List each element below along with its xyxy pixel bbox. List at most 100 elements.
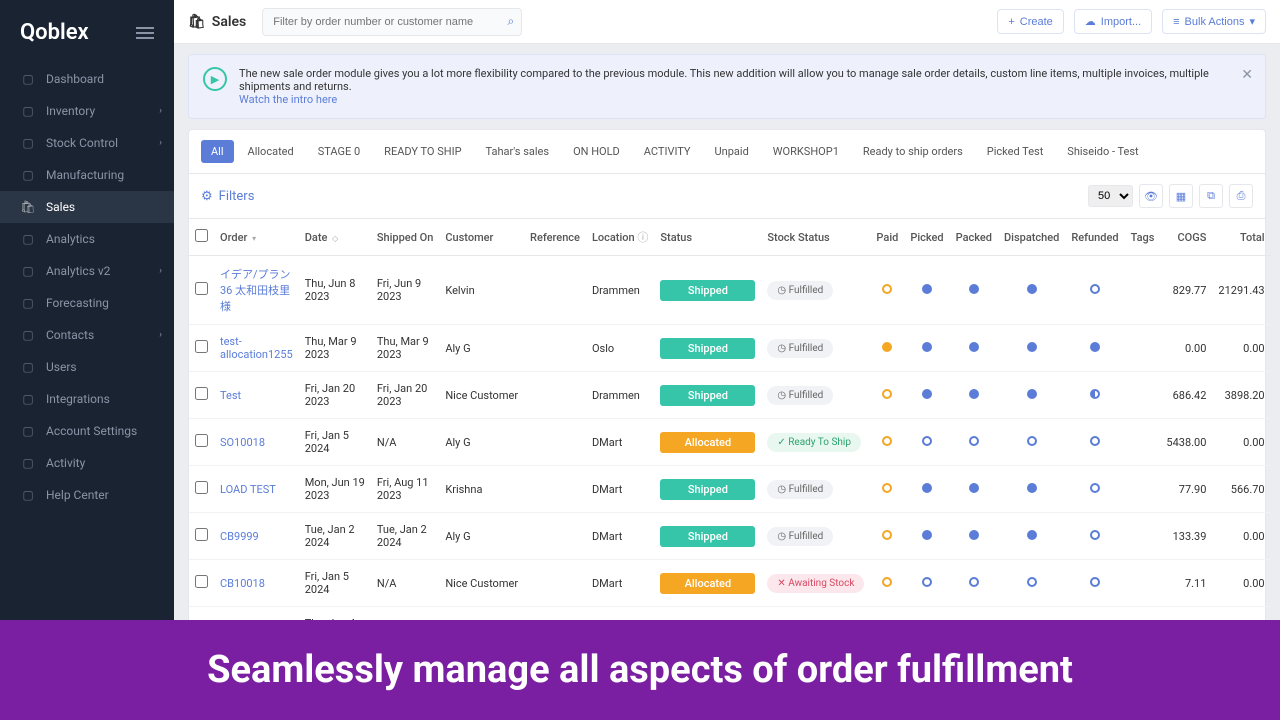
col-tags[interactable]: Tags	[1125, 219, 1161, 256]
create-button[interactable]: +Create	[997, 9, 1063, 34]
search-icon[interactable]: ⌕	[507, 14, 514, 29]
tab-stage-0[interactable]: STAGE 0	[308, 140, 370, 163]
view-icon[interactable]: 👁	[1139, 184, 1163, 208]
col-customer[interactable]: Customer	[439, 219, 524, 256]
search-input[interactable]	[262, 8, 522, 36]
tab-workshop1[interactable]: WORKSHOP1	[763, 140, 849, 163]
order-link[interactable]: CB9999	[214, 513, 299, 560]
nav-icon: ▢	[20, 327, 36, 343]
cogs-cell: 829.77	[1160, 256, 1212, 325]
close-icon[interactable]: ✕	[1241, 67, 1253, 83]
nav-icon: ▢	[20, 359, 36, 375]
col-picked[interactable]: Picked	[904, 219, 949, 256]
sidebar-item-manufacturing[interactable]: ▢Manufacturing	[0, 159, 174, 191]
bulk-actions-button[interactable]: ≡Bulk Actions▾	[1162, 9, 1266, 34]
col-packed[interactable]: Packed	[950, 219, 998, 256]
select-all-checkbox[interactable]	[195, 229, 208, 242]
dispatched-dot	[1027, 530, 1037, 540]
print-icon[interactable]: ⎙	[1229, 184, 1253, 208]
order-link[interactable]: Test	[214, 372, 299, 419]
tab-picked-test[interactable]: Picked Test	[977, 140, 1054, 163]
col-status[interactable]: Status	[654, 219, 761, 256]
order-link[interactable]: イデア/プラン36 太和田枝里様	[214, 256, 299, 325]
chevron-down-icon: ▾	[1249, 15, 1255, 28]
row-checkbox[interactable]	[195, 434, 208, 447]
sidebar-item-inventory[interactable]: ▢Inventory›	[0, 95, 174, 127]
col-cogs[interactable]: COGS	[1160, 219, 1212, 256]
tab-shiseido-test[interactable]: Shiseido - Test	[1057, 140, 1148, 163]
order-link[interactable]: SO10018	[214, 419, 299, 466]
order-link[interactable]: LOAD TEST	[214, 466, 299, 513]
table-row[interactable]: LOAD TEST Mon, Jun 19 2023 Fri, Aug 11 2…	[189, 466, 1271, 513]
tab-ready-to-ship-orders[interactable]: Ready to ship orders	[853, 140, 973, 163]
sidebar-item-analytics-v2[interactable]: ▢Analytics v2›	[0, 255, 174, 287]
order-link[interactable]: test-allocation1255	[214, 325, 299, 372]
customer-cell: Krishna	[439, 466, 524, 513]
logo-text: Qoblex	[20, 20, 89, 45]
copy-icon[interactable]: ⧉	[1199, 184, 1223, 208]
row-checkbox[interactable]	[195, 282, 208, 295]
tab-ready-to-ship[interactable]: READY TO SHIP	[374, 140, 471, 163]
page-size-select[interactable]: 50	[1088, 185, 1133, 207]
alert-text: The new sale order module gives you a lo…	[239, 67, 1209, 93]
row-checkbox[interactable]	[195, 575, 208, 588]
col-paid[interactable]: Paid	[870, 219, 904, 256]
col-order[interactable]: Order ▾	[214, 219, 299, 256]
col-reference[interactable]: Reference	[524, 219, 586, 256]
hamburger-icon[interactable]	[136, 27, 154, 39]
table-row[interactable]: SO10018 Fri, Jan 5 2024 N/A Aly G DMart …	[189, 419, 1271, 466]
tab-all[interactable]: All	[201, 140, 234, 163]
sidebar-item-analytics[interactable]: ▢Analytics	[0, 223, 174, 255]
row-checkbox[interactable]	[195, 387, 208, 400]
sidebar-item-account-settings[interactable]: ▢Account Settings	[0, 415, 174, 447]
filters-toggle[interactable]: ⚙ Filters	[201, 189, 254, 204]
tags-cell	[1125, 466, 1161, 513]
cogs-cell: 7.11	[1160, 560, 1212, 607]
col-select[interactable]	[189, 219, 214, 256]
table-row[interactable]: Test Fri, Jan 20 2023 Fri, Jan 20 2023 N…	[189, 372, 1271, 419]
sidebar-item-help-center[interactable]: ▢Help Center	[0, 479, 174, 511]
shipped-cell: Fri, Jan 20 2023	[371, 372, 439, 419]
plus-icon: +	[1008, 16, 1014, 28]
import-button[interactable]: ☁Import...	[1074, 9, 1152, 34]
table-row[interactable]: test-allocation1255 Thu, Mar 9 2023 Thu,…	[189, 325, 1271, 372]
order-link[interactable]: CB10018	[214, 560, 299, 607]
table-row[interactable]: CB10018 Fri, Jan 5 2024 N/A Nice Custome…	[189, 560, 1271, 607]
table-row[interactable]: CB9999 Tue, Jan 2 2024 Tue, Jan 2 2024 A…	[189, 513, 1271, 560]
col-total[interactable]: Total	[1212, 219, 1270, 256]
packed-dot	[969, 530, 979, 540]
alert-link[interactable]: Watch the intro here	[239, 93, 337, 106]
col-dispatched[interactable]: Dispatched	[998, 219, 1065, 256]
sidebar-item-users[interactable]: ▢Users	[0, 351, 174, 383]
sidebar-item-forecasting[interactable]: ▢Forecasting	[0, 287, 174, 319]
nav-icon: ▢	[20, 135, 36, 151]
picked-dot	[922, 389, 932, 399]
row-checkbox[interactable]	[195, 481, 208, 494]
row-checkbox[interactable]	[195, 340, 208, 353]
reference-cell	[524, 466, 586, 513]
sidebar-item-stock-control[interactable]: ▢Stock Control›	[0, 127, 174, 159]
sidebar-item-activity[interactable]: ▢Activity	[0, 447, 174, 479]
col-stock-status[interactable]: Stock Status	[761, 219, 870, 256]
sidebar-item-integrations[interactable]: ▢Integrations	[0, 383, 174, 415]
tab-tahar-s-sales[interactable]: Tahar's sales	[476, 140, 560, 163]
col-location[interactable]: Location ⓘ	[586, 219, 654, 256]
sidebar-item-dashboard[interactable]: ▢Dashboard	[0, 63, 174, 95]
stock-status-badge: ◷ Fulfilled	[767, 339, 833, 358]
sidebar-item-sales[interactable]: 🛍Sales	[0, 191, 174, 223]
tab-unpaid[interactable]: Unpaid	[705, 140, 759, 163]
col-shipped-on[interactable]: Shipped On	[371, 219, 439, 256]
columns-icon[interactable]: ▦	[1169, 184, 1193, 208]
tab-activity[interactable]: ACTIVITY	[634, 140, 701, 163]
dispatched-dot	[1027, 342, 1037, 352]
reference-cell	[524, 419, 586, 466]
sidebar-item-contacts[interactable]: ▢Contacts›	[0, 319, 174, 351]
table-row[interactable]: イデア/プラン36 太和田枝里様 Thu, Jun 8 2023 Fri, Ju…	[189, 256, 1271, 325]
row-checkbox[interactable]	[195, 528, 208, 541]
info-icon: ⓘ	[637, 231, 648, 244]
main: 🛍 Sales ⌕ +Create ☁Import... ≡Bulk Actio…	[174, 0, 1280, 720]
tab-allocated[interactable]: Allocated	[238, 140, 304, 163]
col-refunded[interactable]: Refunded	[1065, 219, 1124, 256]
tab-on-hold[interactable]: ON HOLD	[563, 140, 630, 163]
col-date[interactable]: Date ◇	[299, 219, 371, 256]
